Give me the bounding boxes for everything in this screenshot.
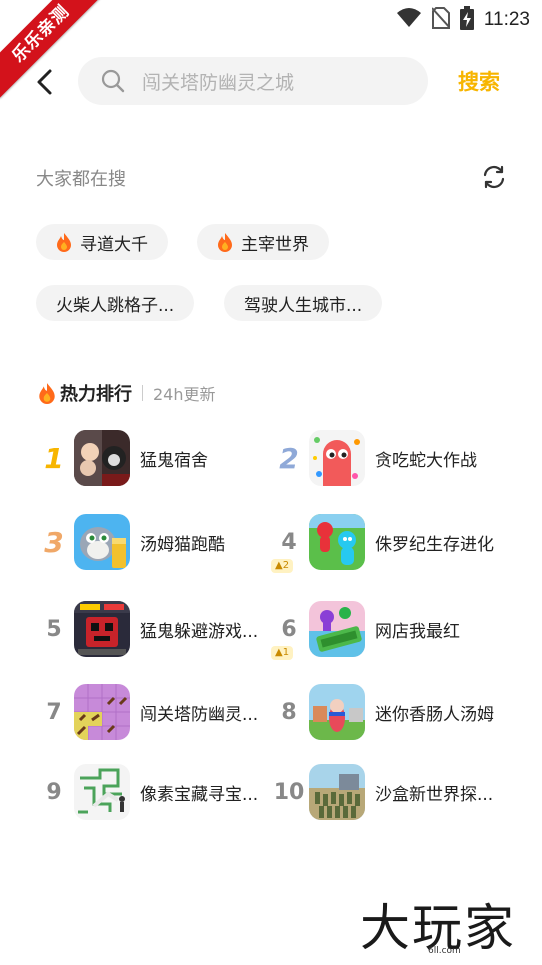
game-name: 沙盒新世界探...	[375, 784, 494, 805]
ranking-item[interactable]: 7 闯关塔防幽灵...	[36, 683, 258, 741]
watermark-url: 6ll.com	[428, 946, 461, 956]
back-button[interactable]	[28, 64, 60, 100]
ranking-item[interactable]: 5 猛鬼躲避游戏...	[36, 600, 258, 658]
ranking-item[interactable]: 10 沙盒新世界探...	[271, 763, 493, 821]
flame-icon	[56, 232, 72, 252]
hot-chip[interactable]: 寻道大千	[36, 224, 168, 260]
game-name: 迷你香肠人汤姆	[375, 704, 494, 725]
game-icon	[74, 601, 130, 657]
chip-label: 火柴人跳格子...	[56, 295, 175, 316]
rank-number: 10	[273, 779, 305, 805]
rank-number: 8	[281, 699, 297, 725]
chip-label: 寻道大千	[80, 234, 148, 255]
hot-chip[interactable]: 主宰世界	[197, 224, 329, 260]
hot-chip[interactable]: 火柴人跳格子...	[36, 285, 195, 321]
rank-number: 9	[46, 779, 62, 805]
search-input[interactable]: 闯关塔防幽灵之城	[78, 57, 428, 105]
ranking-item[interactable]: 1 猛鬼宿舍	[36, 429, 208, 487]
search-placeholder: 闯关塔防幽灵之城	[142, 71, 295, 94]
divider	[142, 385, 143, 401]
rank-number: 3	[44, 525, 64, 559]
ranking-subtitle: 24h更新	[153, 385, 216, 404]
ranking-item[interactable]: 8 迷你香肠人汤姆	[271, 683, 494, 741]
rank-up-badge: ▲2	[271, 558, 294, 573]
chip-label: 驾驶人生城市...	[244, 295, 363, 316]
search-button[interactable]: 搜索	[458, 66, 500, 96]
ranking-header: 热力排行 24h更新	[38, 380, 216, 406]
ranking-item[interactable]: 2 贪吃蛇大作战	[271, 429, 477, 487]
game-name: 贪吃蛇大作战	[375, 450, 477, 471]
rank-number: 6 ▲1	[271, 616, 307, 660]
refresh-icon[interactable]	[480, 163, 508, 191]
game-icon	[309, 601, 365, 657]
rank-number: 7	[46, 699, 62, 725]
wifi-icon	[396, 7, 422, 33]
game-name: 像素宝藏寻宝...	[140, 784, 259, 805]
rank-up-count: 2	[282, 559, 290, 571]
flame-icon	[217, 232, 233, 252]
rank-number: 2	[279, 441, 299, 475]
ranking-item[interactable]: 4 ▲2 侏罗纪生存进化	[271, 513, 494, 573]
game-icon	[309, 430, 365, 486]
rank-number-text: 4	[281, 529, 297, 555]
rank-number: 1	[44, 441, 64, 475]
ranking-item[interactable]: 6 ▲1 网店我最红	[271, 600, 460, 660]
rank-number: 5	[46, 616, 62, 642]
game-icon	[309, 514, 365, 570]
search-icon	[100, 68, 126, 94]
game-name: 猛鬼宿舍	[140, 450, 208, 471]
game-name: 侏罗纪生存进化	[375, 534, 494, 555]
rank-up-badge: ▲1	[271, 645, 294, 660]
flame-icon	[38, 382, 56, 404]
hot-chip[interactable]: 驾驶人生城市...	[224, 285, 383, 321]
battery-charging-icon	[459, 6, 474, 34]
rank-number-text: 6	[281, 616, 297, 642]
rank-number: 4 ▲2	[271, 529, 307, 573]
game-name: 网店我最红	[375, 621, 460, 642]
game-icon	[74, 764, 130, 820]
watermark-logo: 大玩家 6ll.com	[360, 888, 542, 965]
ranking-title: 热力排行	[60, 384, 132, 405]
rank-up-count: 1	[282, 646, 290, 658]
game-icon	[74, 430, 130, 486]
chevron-left-icon	[37, 69, 52, 95]
chip-label: 主宰世界	[241, 234, 309, 255]
no-sim-icon	[431, 7, 451, 33]
game-name: 汤姆猫跑酷	[140, 534, 225, 555]
game-icon	[309, 764, 365, 820]
game-name: 闯关塔防幽灵...	[140, 704, 259, 725]
game-icon	[74, 514, 130, 570]
clock: 11:23	[483, 9, 530, 30]
ranking-item[interactable]: 3 汤姆猫跑酷	[36, 513, 225, 571]
game-icon	[309, 684, 365, 740]
game-name: 猛鬼躲避游戏...	[140, 621, 259, 642]
ranking-item[interactable]: 9 像素宝藏寻宝...	[36, 763, 258, 821]
arrow-up-icon: ▲	[275, 646, 283, 658]
hot-search-title: 大家都在搜	[36, 169, 126, 190]
arrow-up-icon: ▲	[275, 559, 283, 571]
game-icon	[74, 684, 130, 740]
